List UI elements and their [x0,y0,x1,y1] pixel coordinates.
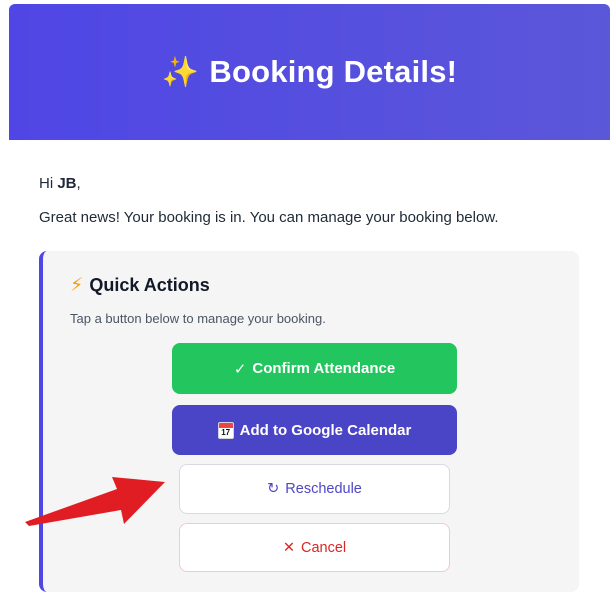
add-to-google-calendar-label: Add to Google Calendar [239,421,412,439]
close-icon: ✕ [282,539,295,556]
greeting-suffix: , [76,175,81,192]
sparkles-icon: ✨ [161,55,200,89]
annotation-arrow-icon [25,477,165,526]
add-to-google-calendar-button[interactable]: 17 Add to Google Calendar [172,405,457,455]
refresh-icon: ↻ [267,481,280,497]
greeting: Hi JB, [39,175,81,192]
quick-actions-card: ⚡ Quick Actions Tap a button below to ma… [39,251,579,592]
calendar-icon: 17 [217,421,234,439]
reschedule-label: Reschedule [285,481,362,497]
calendar-icon-day: 17 [221,427,231,437]
page-title: ✨ Booking Details! [162,54,457,90]
cancel-label: Cancel [301,539,347,556]
page-title-text: Booking Details! [209,54,458,89]
quick-actions-title: ⚡ Quick Actions [70,274,210,297]
annotation-arrow-shape [25,477,165,526]
quick-actions-title-text: Quick Actions [89,275,210,295]
lightning-icon: ⚡ [70,275,84,296]
intro-text: Great news! Your booking is in. You can … [39,209,499,226]
header-banner: ✨ Booking Details! [9,4,610,140]
recipient-name: JB [57,175,77,192]
reschedule-button[interactable]: ↻ Reschedule [179,464,450,514]
cancel-button[interactable]: ✕ Cancel [179,523,450,572]
confirm-attendance-button[interactable]: ✓ Confirm Attendance [172,343,457,394]
greeting-prefix: Hi [39,175,58,192]
check-icon: ✓ [233,360,247,378]
confirm-attendance-label: Confirm Attendance [252,360,396,377]
quick-actions-subtitle: Tap a button below to manage your bookin… [70,311,326,326]
